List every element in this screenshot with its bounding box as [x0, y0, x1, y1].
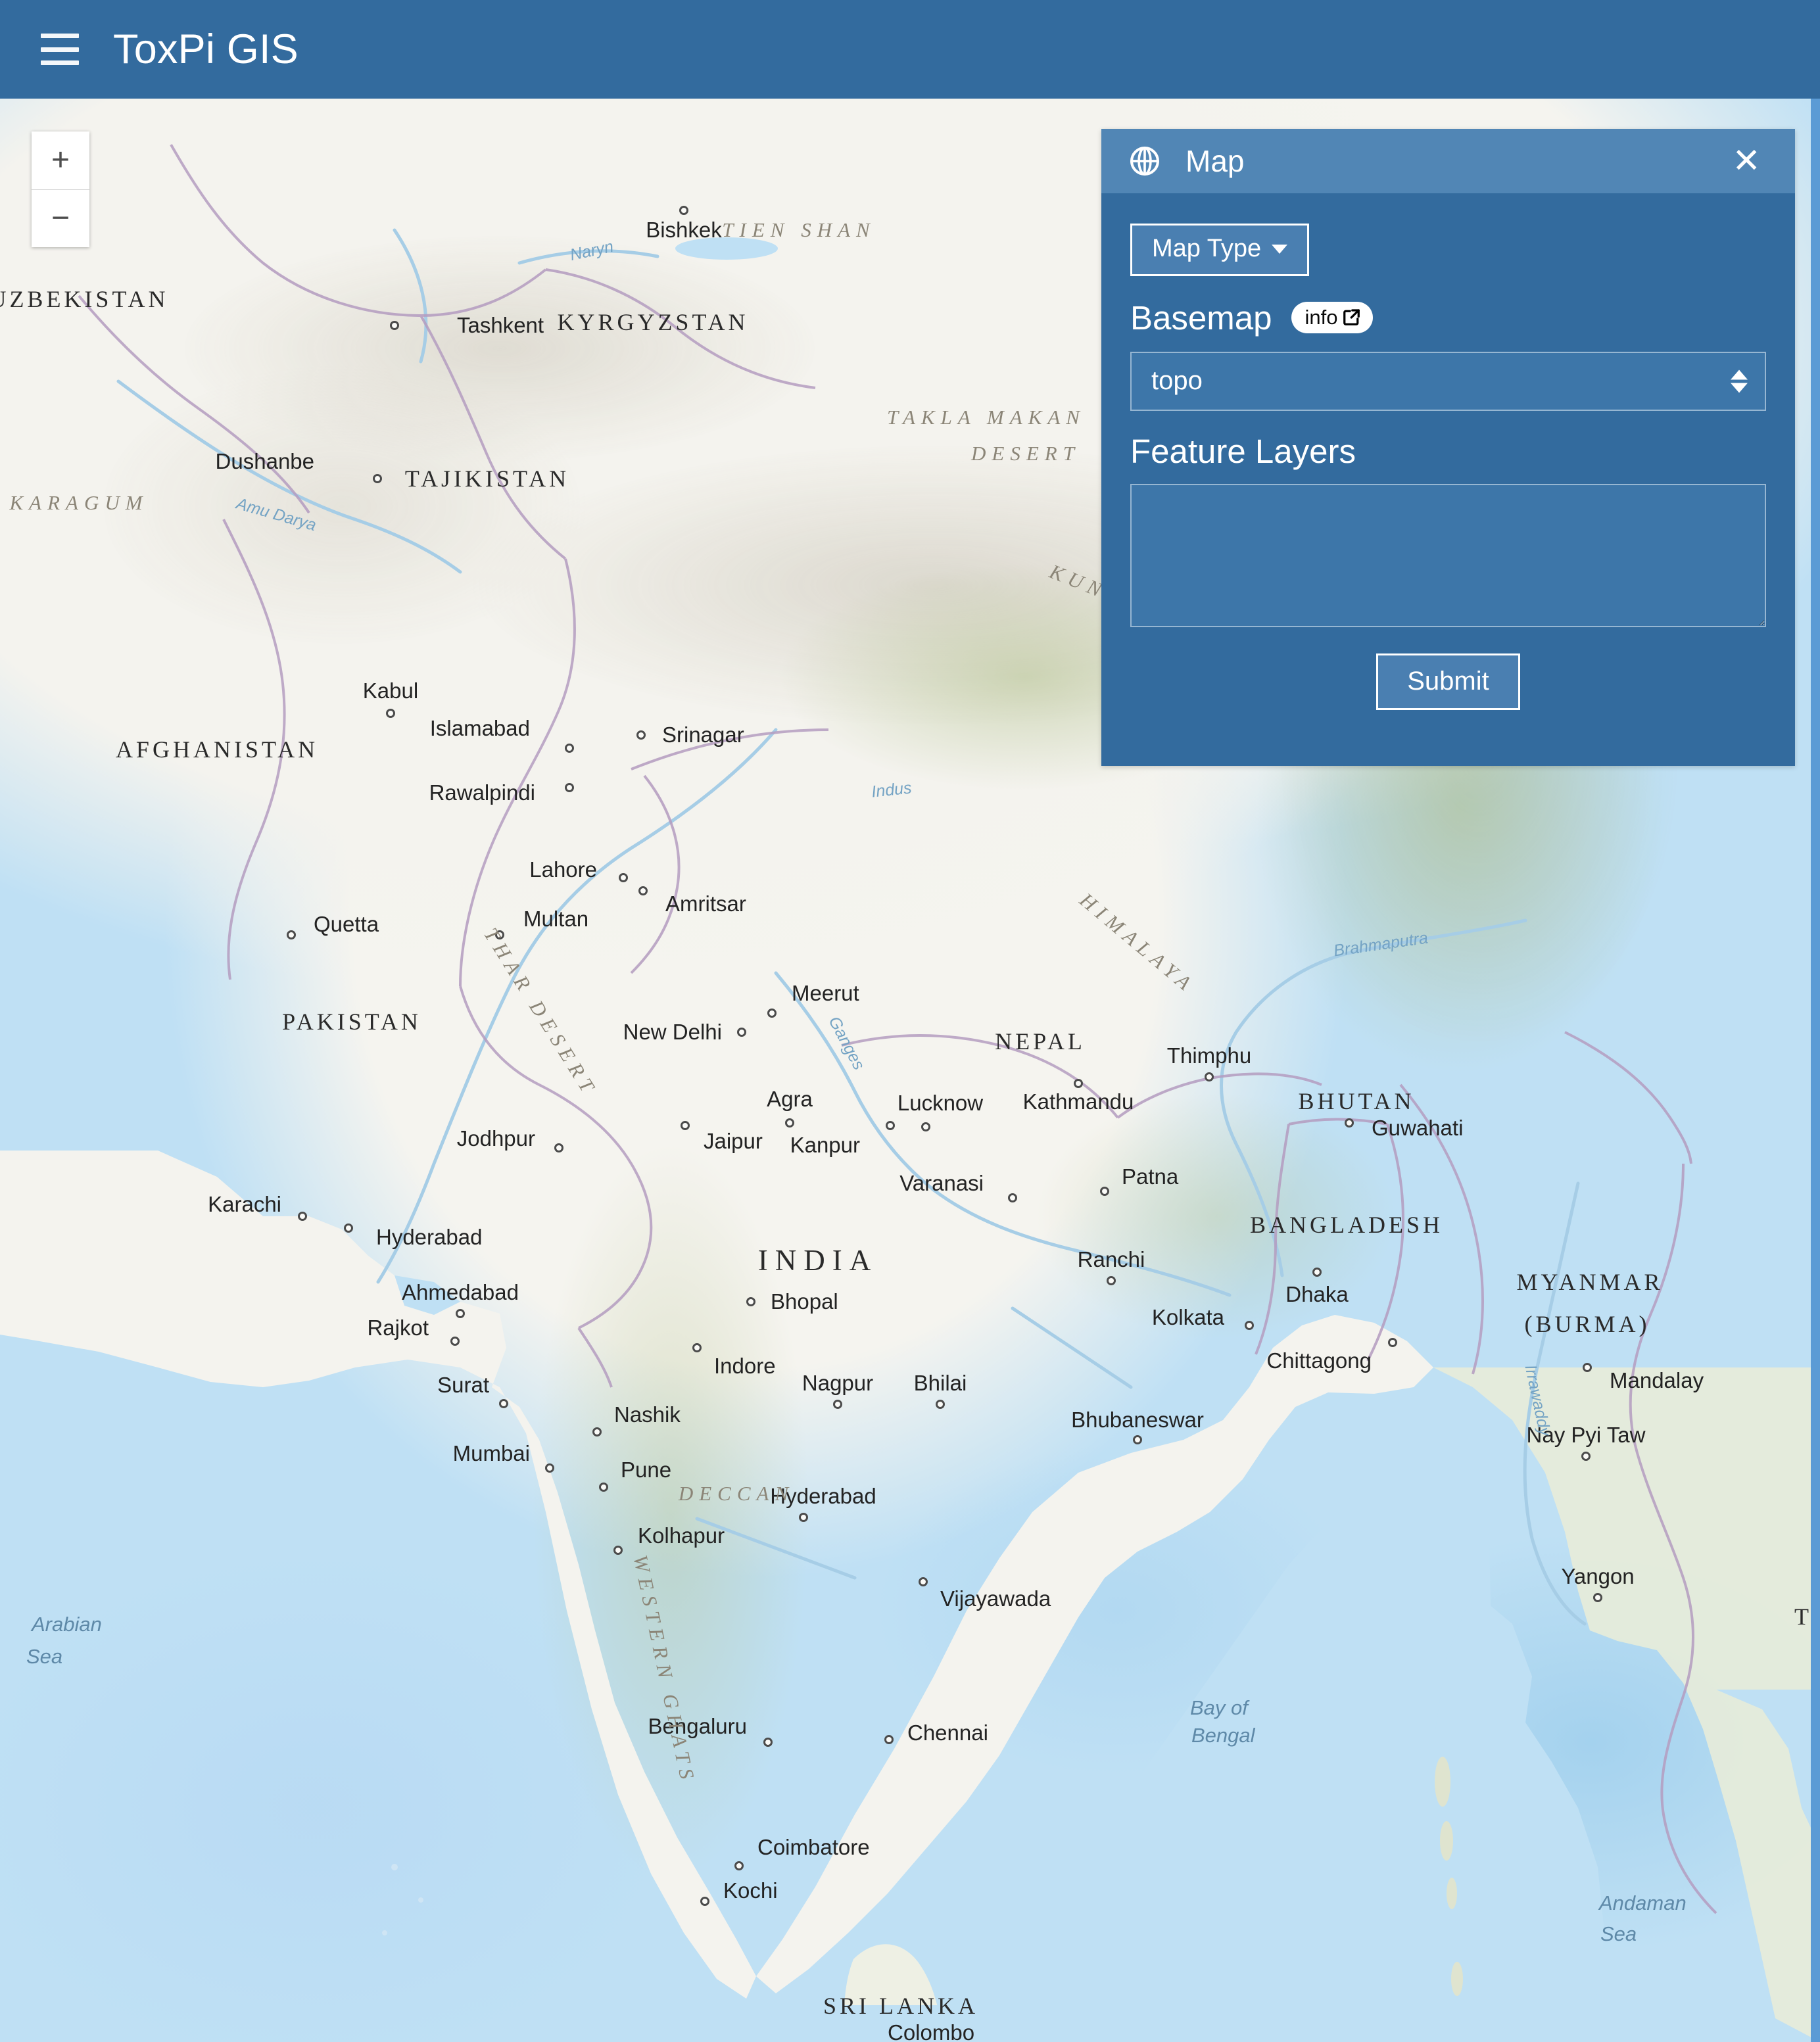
hamburger-bar	[41, 34, 79, 38]
select-stepper-icon	[1731, 369, 1748, 393]
chevron-down-icon	[1272, 244, 1288, 254]
zoom-out-button[interactable]: −	[32, 189, 89, 247]
hamburger-bar	[41, 60, 79, 65]
stepper-down-icon	[1731, 383, 1748, 393]
zoom-in-button[interactable]: +	[32, 131, 89, 190]
feature-layers-input[interactable]	[1130, 483, 1766, 627]
globe-icon	[1130, 147, 1159, 176]
map-panel-header: Map ✕	[1101, 129, 1795, 193]
basemap-select[interactable]: topo	[1130, 351, 1766, 411]
hamburger-bar	[41, 47, 79, 52]
app-root: ToxPi GIS Bishkek Tashkent Dushanbe Kabu…	[0, 0, 1820, 2042]
basemap-label-row: Basemap info	[1130, 301, 1766, 335]
close-icon[interactable]: ✕	[1725, 141, 1767, 181]
basemap-info-button[interactable]: info	[1291, 302, 1374, 334]
map-panel-body: Map Type Basemap info topo Feature Layer…	[1101, 193, 1795, 710]
feature-layers-label: Feature Layers	[1130, 432, 1356, 470]
map-settings-panel: Map ✕ Map Type Basemap info topo Feature…	[1101, 129, 1795, 766]
submit-row: Submit	[1130, 653, 1766, 710]
top-navbar: ToxPi GIS	[0, 0, 1820, 99]
stepper-up-icon	[1731, 369, 1748, 380]
map-type-dropdown-button[interactable]: Map Type	[1130, 224, 1310, 276]
app-title: ToxPi GIS	[113, 26, 299, 72]
hamburger-menu-icon[interactable]	[41, 34, 79, 65]
page-scrollbar[interactable]	[1811, 99, 1820, 2042]
basemap-selected-value: topo	[1151, 366, 1203, 396]
zoom-control[interactable]: + −	[32, 131, 89, 247]
info-badge-label: info	[1305, 306, 1338, 329]
external-link-icon	[1343, 309, 1360, 325]
map-panel-title: Map	[1185, 144, 1245, 178]
submit-button[interactable]: Submit	[1376, 653, 1520, 710]
map-type-label: Map Type	[1152, 235, 1262, 262]
basemap-label: Basemap	[1130, 298, 1272, 337]
